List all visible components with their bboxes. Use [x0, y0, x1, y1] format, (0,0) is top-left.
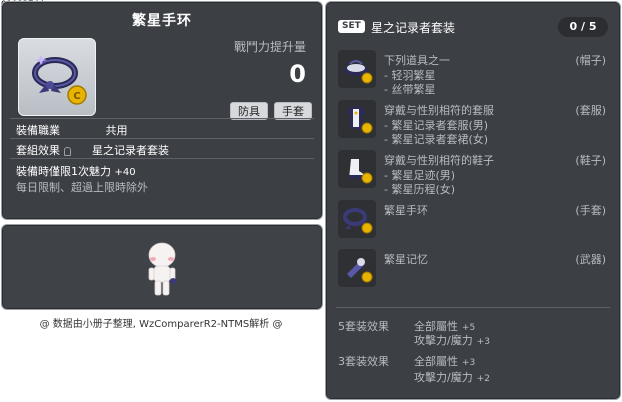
equip-stat: 裝備時僅限1次魅力 +40 [16, 163, 136, 179]
character-preview [148, 242, 176, 296]
stat-value: +3 [462, 358, 476, 368]
bracelet-icon: C [32, 55, 87, 105]
bracelet-icon [338, 200, 376, 238]
set-name: 星之记录者套装 [371, 21, 456, 35]
avatar-preview-panel [1, 224, 323, 310]
set-effect-value: 星之记录者套装 [92, 144, 169, 157]
set-count: 0 / 5 [558, 17, 608, 37]
set-item-category: (鞋子) [575, 154, 606, 167]
job-value: 共用 [105, 124, 128, 137]
set-item-category: (武器) [575, 253, 606, 266]
stat-value: +2 [476, 374, 490, 384]
shoes-icon [338, 150, 376, 188]
stat-label: 攻擊力/魔力 [414, 371, 473, 384]
set-bonus-stat: 全部屬性 +3 [414, 353, 475, 369]
job-label: 裝備職業 [16, 124, 60, 137]
set-item-shoes: 穿戴与性别相符的鞋子 - 繁星足迹(男) - 繁星历程(女) (鞋子) [338, 150, 610, 196]
lock-icon [63, 146, 71, 156]
power-increase-label: 戰鬥力提升量 [233, 40, 306, 54]
item-icon-frame: C [18, 38, 96, 116]
set-bonus-title: 3套装效果 [338, 355, 389, 368]
set-bonus-stat: 攻擊力/魔力 +2 [414, 369, 490, 385]
set-item-weapon: 繁星记忆 (武器) [338, 249, 610, 289]
power-increase-value: 0 [289, 60, 306, 88]
ribbon-hat-icon [338, 50, 376, 88]
svg-text:C: C [73, 91, 80, 102]
divider [10, 138, 314, 139]
credit-text: @ 数据由小册子整理, WzComparerR2-NTMS解析 @ [39, 319, 283, 330]
set-effect-label: 套組效果 [16, 144, 60, 157]
set-item-line: 繁星手环 [384, 204, 428, 217]
set-item-line: 繁星记忆 [384, 253, 428, 266]
divider [10, 158, 314, 159]
set-item-line: - 繁星历程(女) [384, 183, 456, 196]
set-bonus-title: 5套装效果 [338, 320, 389, 333]
stat-label: 全部屬性 [414, 355, 458, 368]
set-badge: SET [338, 20, 365, 33]
divider [336, 307, 610, 308]
job-row: 裝備職業 共用 [16, 122, 128, 138]
set-item-outfit: 穿戴与性别相符的套服 - 繁星记录者套服(男) - 繁星记录者套裙(女) (套服… [338, 100, 610, 146]
set-item-line: 穿戴与性别相符的套服 [384, 104, 494, 117]
set-item-line: - 丝带繁星 [384, 83, 436, 96]
set-item-category: (手套) [575, 204, 606, 217]
equip-stat-value: +40 [114, 167, 136, 178]
set-item-line: - 繁星记录者套裙(女) [384, 133, 489, 146]
set-item-line: 下列道具之一 [384, 54, 450, 67]
set-item-hat: 下列道具之一 - 轻羽繁星 - 丝带繁星 (帽子) [338, 50, 610, 96]
set-item-bracelet: 繁星手环 (手套) [338, 200, 610, 240]
set-item-category: (帽子) [575, 54, 606, 67]
item-tooltip-panel: 繁星手环 C 戰鬥力提升量 0 防具 手套 裝備職業 共用 套組效果 星之记录者… [1, 1, 323, 220]
equip-stat-label: 裝備時僅限1次魅力 [16, 165, 111, 178]
set-item-category: (套服) [575, 104, 606, 117]
divider [10, 118, 314, 119]
weapon-icon [338, 249, 376, 287]
set-item-line: 穿戴与性别相符的鞋子 [384, 154, 494, 167]
stat-label: 攻擊力/魔力 [414, 334, 473, 347]
item-name: 繁星手环 [132, 13, 192, 29]
equip-note: 每日限制、超過上限時除外 [16, 181, 148, 194]
outfit-icon [338, 100, 376, 138]
stat-value: +3 [476, 337, 490, 347]
set-info-panel: SET 星之记录者套装 0 / 5 下列道具之一 - 轻羽繁星 - 丝带繁星 (… [325, 1, 621, 400]
set-bonus-stat: 攻擊力/魔力 +3 [414, 332, 490, 348]
set-effect-row: 套組效果 星之记录者套装 [16, 142, 169, 158]
